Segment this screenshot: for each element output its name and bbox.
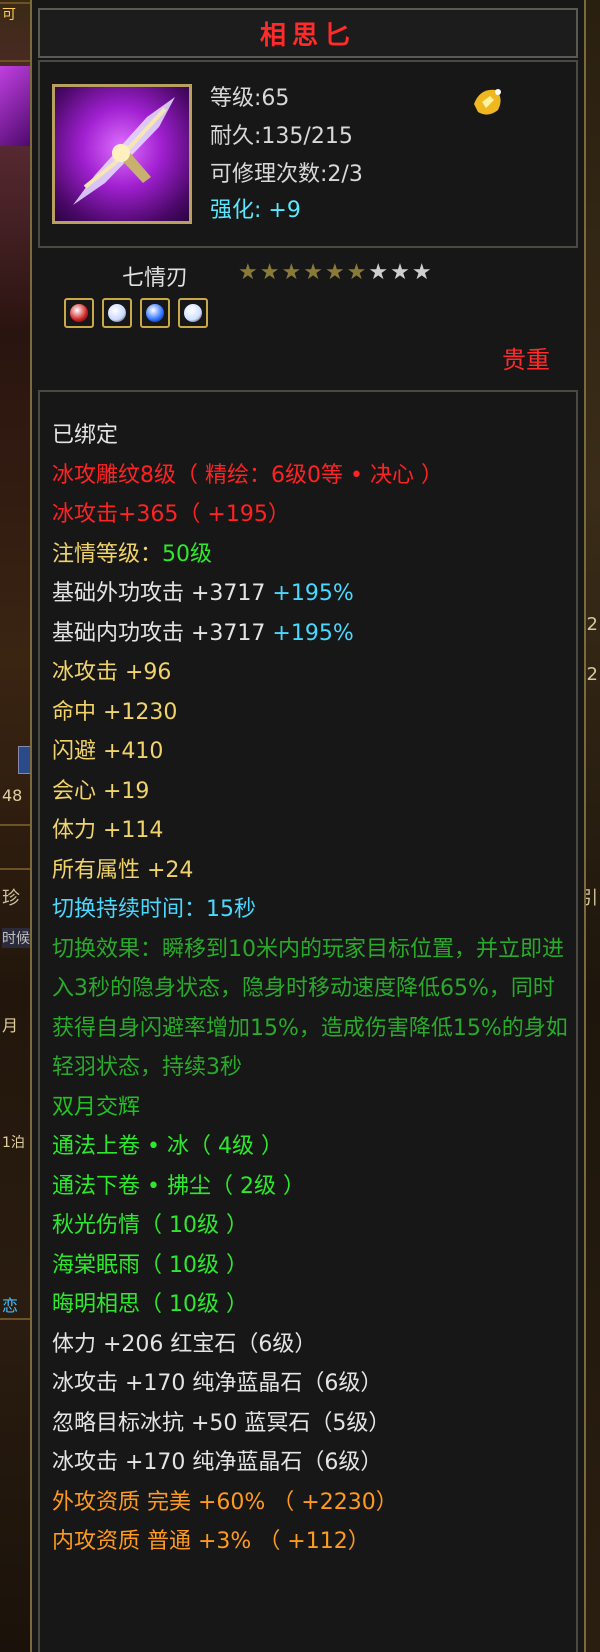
title-bar: 相思匕 [38, 8, 578, 58]
star-rating: ★ ★ ★ ★ ★ ★ ★ ★ ★ [238, 262, 432, 284]
attribute-line: 通法上卷 • 冰（ 4级 ） [52, 1134, 283, 1159]
bg-label: 2 [586, 614, 598, 635]
bg-label: 可 [2, 7, 16, 23]
item-sub-header: 七情刃 ★ ★ ★ ★ ★ ★ ★ ★ ★ 贵重 [38, 250, 578, 386]
switch-effect-text: 切换效果：瞬移到10米内的玩家目标位置，并立即进入3秒的隐身状态，隐身时移动速度… [52, 936, 568, 1081]
attribute-line: 命中 +1230 [52, 699, 178, 725]
attribute-line: 通法下卷 • 拂尘（ 2级 ） [52, 1173, 305, 1199]
repair-label: 可修理次数 [210, 162, 321, 187]
attribute-line: 冰攻击 +170 纯净蓝晶石（6级） [52, 1371, 383, 1396]
attribute-line: 冰攻击 +170 纯净蓝晶石（6级） [52, 1450, 383, 1475]
item-attributes: 已绑定冰攻雕纹8级（ 精绘：6级0等 • 决心 ） 冰攻击+365（ +195） 注… [38, 390, 578, 1652]
star-filled-icon: ★ [324, 260, 345, 285]
bg-label: 1泊 [2, 1135, 25, 1151]
attribute-line: 基础内功攻击 +3717 +195% [52, 620, 354, 646]
attribute-line: 海棠眠雨（ 10级 ） [52, 1252, 248, 1278]
repair-value: :2/3 [320, 162, 363, 187]
attribute-line: 注情等级：50级 [52, 541, 213, 567]
level-value: :65 [254, 86, 290, 111]
attribute-line: 内攻资质 普通 +3% （ +112） [52, 1529, 370, 1554]
star-filled-icon: ★ [238, 260, 258, 285]
enhance-row: 强化: +9 [210, 192, 301, 224]
star-empty-icon: ★ [368, 260, 389, 285]
attribute-list: 已绑定冰攻雕纹8级（ 精绘：6级0等 • 决心 ） 冰攻击+365（ +195） 注… [52, 416, 572, 1562]
socket-gems [64, 298, 208, 328]
attribute-line: 切换持续时间：15秒 [52, 897, 256, 922]
attribute-line: 外攻资质 完美 +60% （ +2230） [52, 1489, 398, 1515]
attribute-line: 闪避 +410 [52, 739, 164, 764]
bind-badge-icon [470, 84, 506, 120]
repair-row: 可修理次数:2/3 [210, 156, 363, 188]
bg-label: 48 [2, 786, 23, 805]
attribute-line: 已绑定 [52, 423, 119, 448]
level-row: 等级:65 [210, 80, 289, 112]
attribute-line: 冰攻击 +96 [52, 660, 172, 685]
bg-label: 2 [586, 664, 598, 685]
star-empty-icon: ★ [390, 260, 410, 285]
star-filled-icon: ★ [346, 260, 367, 285]
star-filled-icon: ★ [281, 260, 302, 285]
attribute-line: 会心 +19 [52, 778, 150, 804]
enhance-label: 强化: [210, 198, 262, 223]
rarity-label: 贵重 [502, 346, 550, 374]
item-title: 相思匕 [259, 20, 356, 51]
bg-label: 珍 [2, 888, 20, 909]
attribute-line: 所有属性 +24 [52, 857, 194, 883]
attribute-line: 晦明相思（ 10级 ） [52, 1292, 248, 1317]
attribute-line: 体力 +206 红宝石（6级） [52, 1331, 317, 1357]
bg-label: 时候 [2, 928, 30, 948]
item-header: 等级:65 耐久:135/215 可修理次数:2/3 强化: +9 [38, 60, 578, 248]
star-empty-icon: ★ [411, 260, 432, 285]
attribute-line: 体力 +114 [52, 818, 164, 843]
star-filled-icon: ★ [259, 260, 280, 285]
durability-row: 耐久:135/215 [210, 118, 353, 150]
bg-label: 月 [2, 1016, 19, 1035]
attribute-line: 冰攻雕纹8级（ 精绘：6级0等 • 决心 ） [52, 462, 443, 488]
red-gem-icon [64, 298, 94, 328]
white-gem-icon [102, 298, 132, 328]
durability-value: :135/215 [254, 124, 353, 149]
attribute-line: 基础外功攻击 +3717 +195% [52, 581, 354, 606]
star-filled-icon: ★ [303, 260, 323, 285]
weapon-icon [52, 84, 192, 224]
attribute-line: 冰攻击+365（ +195） [52, 502, 290, 527]
bg-icon [0, 66, 34, 146]
enhance-value: +9 [268, 198, 301, 223]
white-gem-icon [178, 298, 208, 328]
weapon-type: 七情刃 [122, 266, 189, 291]
level-label: 等级 [210, 86, 255, 111]
item-tooltip: 相思匕 等级:65 耐久:135/215 可修理次数:2/3 强化: +9 七情… [30, 0, 586, 1652]
blue-gem-icon [140, 298, 170, 328]
bg-label: 恋 [2, 1296, 19, 1315]
durability-label: 耐久 [210, 124, 255, 149]
background-left-scene: 可 48 珍 时候 月 1泊 恋 [0, 0, 36, 1652]
attribute-line: 忽略目标冰抗 +50 蓝冥石（5级） [52, 1410, 391, 1436]
attribute-line: 双月交辉 [52, 1094, 141, 1120]
attribute-line: 秋光伤情（ 10级 ） [52, 1213, 248, 1238]
